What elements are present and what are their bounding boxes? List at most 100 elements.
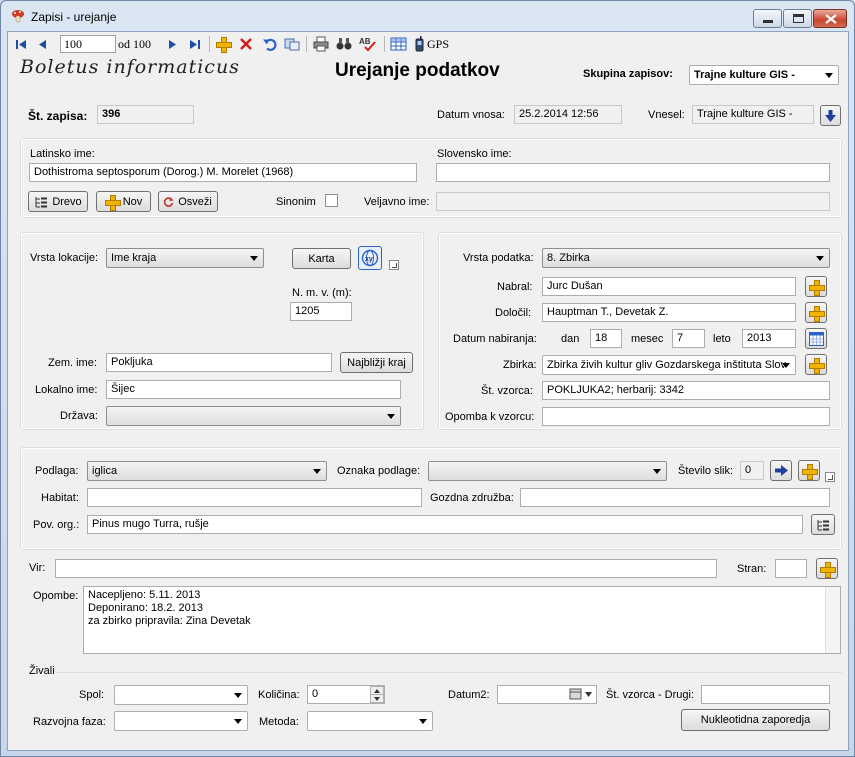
minimize-button[interactable] [753, 9, 782, 28]
close-button[interactable] [813, 9, 847, 28]
notes-textarea[interactable]: Nacepljeno: 5.11. 2013 Deponirano: 18.2.… [83, 586, 841, 654]
table-view-icon[interactable] [390, 35, 407, 53]
associated-organism-label: Pov. org.: [33, 519, 80, 531]
expand-corner-icon[interactable] [389, 260, 399, 270]
binoculars-icon[interactable] [336, 35, 352, 53]
collection-select[interactable]: Zbirka živih kultur gliv Gozdarskega inš… [542, 355, 796, 375]
forest-assoc-field[interactable] [520, 488, 830, 507]
sample-note-field[interactable] [542, 407, 830, 426]
title-bar[interactable]: Zapisi - urejanje [1, 1, 854, 31]
new-name-button[interactable]: Nov [96, 191, 151, 212]
notes-scrollbar[interactable] [825, 587, 840, 653]
source-label: Vir: [29, 562, 46, 574]
chevron-down-icon [419, 719, 427, 724]
data-type-select[interactable]: 8. Zbirka [542, 248, 830, 268]
plus-icon [809, 279, 825, 296]
location-type-select[interactable]: Ime kraja [106, 248, 264, 268]
day-label: dan [561, 333, 580, 345]
slovene-name-field[interactable] [436, 163, 830, 182]
entry-date-label: Datum vnosa: [437, 109, 505, 121]
sex-select[interactable] [114, 685, 248, 705]
quantity-label: Količina: [258, 689, 300, 701]
substrate-mark-select[interactable] [428, 461, 667, 481]
entered-by-field: Trajne kulture GIS - [692, 105, 814, 124]
day-field[interactable]: 18 [590, 329, 622, 348]
toolbar: 100 od 100 AB GPS [8, 32, 848, 56]
gps-device-icon[interactable] [413, 35, 425, 53]
add-source-button[interactable] [816, 558, 838, 579]
entered-by-down-button[interactable] [820, 105, 841, 126]
slovene-name-label: Slovensko ime: [437, 148, 512, 160]
previous-record-icon[interactable] [36, 35, 50, 53]
associated-organism-field[interactable]: Pinus mugo Turra, rušje [87, 515, 803, 534]
chevron-down-icon [234, 719, 242, 724]
notes-label: Opombe: [33, 590, 79, 602]
chevron-down-icon [387, 414, 395, 419]
first-record-icon[interactable] [14, 35, 28, 53]
tree-button[interactable]: Drevo [28, 191, 88, 212]
other-sample-field[interactable] [701, 685, 830, 704]
latin-name-field[interactable]: Dothistroma septosporum (Dorog.) M. More… [29, 163, 417, 182]
local-name-field[interactable]: Šijec [106, 380, 401, 399]
geo-name-label: Zem. ime: [48, 357, 97, 369]
open-images-button[interactable] [770, 460, 792, 481]
habitat-field[interactable] [87, 488, 422, 507]
stepper-down-icon[interactable] [370, 694, 384, 703]
map-button[interactable]: Karta [292, 248, 351, 269]
undo-icon[interactable] [262, 35, 277, 53]
delete-record-icon[interactable] [239, 35, 253, 53]
development-stage-select[interactable] [114, 711, 248, 731]
sample-number-field[interactable]: POKLJUKA2; herbarij: 3342 [542, 381, 830, 400]
calendar-button[interactable] [805, 328, 827, 349]
print-icon[interactable] [313, 35, 329, 53]
svg-text:AB: AB [359, 37, 371, 46]
record-group-select[interactable]: Trajne kulture GIS - [689, 65, 839, 85]
calendar-dropdown-icon[interactable] [569, 688, 595, 701]
source-field[interactable] [55, 559, 717, 578]
method-select[interactable] [307, 711, 433, 731]
determined-by-field[interactable]: Hauptman T., Devetak Z. [542, 303, 796, 322]
spellcheck-icon[interactable]: AB [359, 35, 376, 53]
nucleotide-sequences-button[interactable]: Nukleotidna zaporedja [681, 709, 830, 731]
latin-name-label: Latinsko ime: [30, 148, 95, 160]
add-determiner-button[interactable] [805, 302, 827, 323]
organism-tree-button[interactable] [811, 514, 835, 535]
record-number-input[interactable]: 100 [60, 35, 116, 53]
add-record-icon[interactable] [215, 35, 232, 53]
synonym-checkbox[interactable] [325, 194, 338, 207]
refresh-button[interactable]: Osveži [158, 191, 218, 212]
maximize-button[interactable] [783, 9, 812, 28]
nearest-place-button[interactable]: Najbližji kraj [340, 352, 413, 373]
image-count-field: 0 [740, 461, 764, 480]
next-record-icon[interactable] [165, 35, 179, 53]
animals-group-border [56, 672, 842, 673]
add-collection-button[interactable] [805, 354, 827, 375]
minimize-icon [763, 20, 773, 23]
page-label: Stran: [737, 563, 767, 575]
geo-name-field[interactable]: Pokljuka [106, 353, 332, 372]
chevron-down-icon [782, 363, 790, 368]
add-image-button[interactable] [798, 460, 820, 481]
mushroom-icon [12, 10, 24, 23]
last-record-icon[interactable] [188, 35, 202, 53]
page-field[interactable] [775, 559, 807, 578]
altitude-label: N. m. v. (m): [292, 287, 352, 299]
valid-name-label: Veljavno ime: [364, 196, 430, 208]
add-collector-button[interactable] [805, 276, 827, 297]
record-count-label: od 100 [118, 37, 151, 51]
copy-icon[interactable] [284, 35, 300, 53]
altitude-field[interactable]: 1205 [290, 302, 352, 321]
toolbar-separator [384, 36, 385, 52]
expand-corner-icon[interactable] [825, 472, 835, 482]
month-field[interactable]: 7 [672, 329, 705, 348]
record-number-label: Št. zapisa: [28, 109, 88, 123]
coordinates-button[interactable]: xy [358, 246, 382, 270]
date2-label: Datum2: [448, 689, 490, 701]
year-field[interactable]: 2013 [742, 329, 796, 348]
tree-icon [817, 519, 829, 530]
month-label: mesec [631, 333, 664, 345]
substrate-select[interactable]: iglica [87, 461, 327, 481]
collector-field[interactable]: Jurc Dušan [542, 277, 796, 296]
page-title: Urejanje podatkov [335, 60, 500, 81]
country-select[interactable] [106, 406, 401, 426]
